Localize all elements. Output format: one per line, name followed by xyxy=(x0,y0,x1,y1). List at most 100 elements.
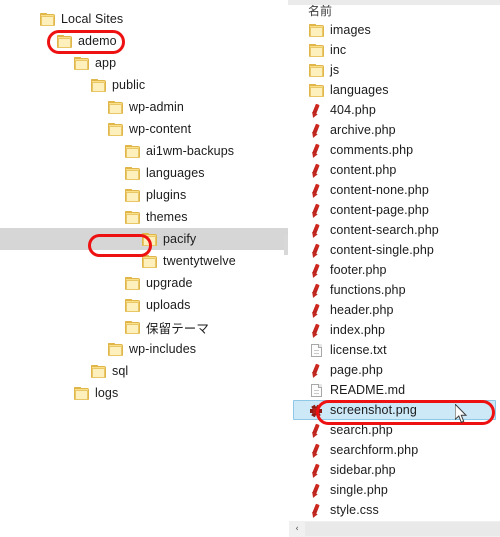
tree-item-logs[interactable]: logs xyxy=(0,382,288,404)
tree-item-public[interactable]: public xyxy=(0,74,288,96)
php-file-icon xyxy=(308,303,324,319)
php-file-icon xyxy=(308,423,324,439)
tree-item-app[interactable]: app xyxy=(0,52,288,74)
tree-item-uploads[interactable]: uploads xyxy=(0,294,288,316)
file-item-header-php[interactable]: header.php xyxy=(289,300,500,320)
file-items-container[interactable]: images inc js languages 404.php archive.php co… xyxy=(289,20,500,520)
tree-item-label: Local Sites xyxy=(61,12,124,26)
file-item-index-php[interactable]: index.php xyxy=(289,320,500,340)
file-item-label: 404.php xyxy=(330,103,376,117)
folder-icon xyxy=(125,320,140,334)
folder-icon xyxy=(40,12,55,26)
file-item-license-txt[interactable]: license.txt xyxy=(289,340,500,360)
file-item-search-php[interactable]: search.php xyxy=(289,420,500,440)
tree-item-languages[interactable]: languages xyxy=(0,162,288,184)
scroll-left-arrow-icon[interactable]: ‹ xyxy=(290,521,304,537)
php-file-icon xyxy=(308,103,324,119)
tree-item-label: upgrade xyxy=(146,276,193,290)
file-item-label: content-page.php xyxy=(330,203,429,217)
php-file-icon xyxy=(308,323,324,339)
folder-icon xyxy=(308,63,324,78)
file-item-content-single-php[interactable]: content-single.php xyxy=(289,240,500,260)
file-item-content-search-php[interactable]: content-search.php xyxy=(289,220,500,240)
text-file-icon xyxy=(308,383,324,398)
php-file-icon xyxy=(308,143,324,159)
file-item-label: content-search.php xyxy=(330,223,439,237)
file-item-footer-php[interactable]: footer.php xyxy=(289,260,500,280)
file-list-pane[interactable]: 名前 ⌃ imagesincjslanguages404.phparchive.… xyxy=(288,0,500,537)
file-item-label: index.php xyxy=(330,323,386,337)
folder-icon xyxy=(108,100,123,114)
folder-icon xyxy=(308,43,324,58)
folder-icon xyxy=(125,276,140,290)
tree-item-twentytwelve[interactable]: twentytwelve xyxy=(0,250,288,272)
file-item-label: single.php xyxy=(330,483,388,497)
file-item-label: js xyxy=(330,63,340,77)
file-item-languages[interactable]: languages xyxy=(289,80,500,100)
folder-icon xyxy=(142,254,157,268)
file-item-label: inc xyxy=(330,43,347,57)
tree-item-pacify[interactable]: pacify xyxy=(0,228,288,250)
folder-icon xyxy=(142,232,157,246)
file-item-content-php[interactable]: content.php xyxy=(289,160,500,180)
tree-item-wp-admin[interactable]: wp-admin xyxy=(0,96,288,118)
file-item-comments-php[interactable]: comments.php xyxy=(289,140,500,160)
php-file-icon xyxy=(308,183,324,199)
tree-item-ademo[interactable]: ademo xyxy=(0,30,288,52)
file-explorer-window: Local Sites ademo app public wp-admin wp-cont… xyxy=(0,0,500,537)
folder-icon xyxy=(125,166,140,180)
file-item-searchform-php[interactable]: searchform.php xyxy=(289,440,500,460)
php-file-icon xyxy=(308,363,324,379)
tree-item-label: logs xyxy=(95,386,119,400)
file-item-404-php[interactable]: 404.php xyxy=(289,100,500,120)
tree-item-label: wp-content xyxy=(129,122,192,136)
file-item-label: search.php xyxy=(330,423,393,437)
file-item-label: comments.php xyxy=(330,143,414,157)
file-item-screenshot-png[interactable]: screenshot.png xyxy=(289,400,500,420)
text-file-icon xyxy=(308,343,324,358)
tree-item-label: pacify xyxy=(163,232,197,246)
file-item-label: sidebar.php xyxy=(330,463,396,477)
folder-icon xyxy=(91,364,106,378)
file-item-content-none-php[interactable]: content-none.php xyxy=(289,180,500,200)
file-item-single-php[interactable]: single.php xyxy=(289,480,500,500)
file-hscrollbar-track[interactable] xyxy=(305,522,500,536)
tree-item-local-sites[interactable]: Local Sites xyxy=(0,8,288,30)
pane-top-edge xyxy=(288,0,500,5)
file-item-label: searchform.php xyxy=(330,443,419,457)
tree-item-sql[interactable]: sql xyxy=(0,360,288,382)
folder-icon xyxy=(74,56,89,70)
file-item-js[interactable]: js xyxy=(289,60,500,80)
tree-item-wp-content[interactable]: wp-content xyxy=(0,118,288,140)
file-item-sidebar-php[interactable]: sidebar.php xyxy=(289,460,500,480)
folder-icon xyxy=(74,386,89,400)
file-item-images[interactable]: images xyxy=(289,20,500,40)
tree-item-themes[interactable]: themes xyxy=(0,206,288,228)
folder-tree-list[interactable]: Local Sites ademo app public wp-admin wp-cont… xyxy=(0,0,288,404)
file-horizontal-scrollbar[interactable]: ‹ xyxy=(289,521,500,537)
file-item-readme-md[interactable]: README.md xyxy=(289,380,500,400)
tree-item-wp-includes[interactable]: wp-includes xyxy=(0,338,288,360)
folder-tree-pane[interactable]: Local Sites ademo app public wp-admin wp-cont… xyxy=(0,0,288,537)
tree-item-[interactable]: 保留テーマ xyxy=(0,316,288,338)
tree-item-label: ai1wm-backups xyxy=(146,144,235,158)
file-item-style-css[interactable]: style.css xyxy=(289,500,500,520)
folder-icon xyxy=(125,210,140,224)
file-item-archive-php[interactable]: archive.php xyxy=(289,120,500,140)
png-image-icon xyxy=(308,403,324,418)
file-item-page-php[interactable]: page.php xyxy=(289,360,500,380)
tree-item-upgrade[interactable]: upgrade xyxy=(0,272,288,294)
tree-item-label: themes xyxy=(146,210,188,224)
php-file-icon xyxy=(308,503,324,519)
folder-icon xyxy=(125,298,140,312)
file-item-inc[interactable]: inc xyxy=(289,40,500,60)
php-file-icon xyxy=(308,443,324,459)
file-item-label: images xyxy=(330,23,371,37)
file-item-label: footer.php xyxy=(330,263,387,277)
php-file-icon xyxy=(308,463,324,479)
file-item-functions-php[interactable]: functions.php xyxy=(289,280,500,300)
file-item-content-page-php[interactable]: content-page.php xyxy=(289,200,500,220)
file-item-label: functions.php xyxy=(330,283,406,297)
tree-item-plugins[interactable]: plugins xyxy=(0,184,288,206)
tree-item-ai1wm-backups[interactable]: ai1wm-backups xyxy=(0,140,288,162)
